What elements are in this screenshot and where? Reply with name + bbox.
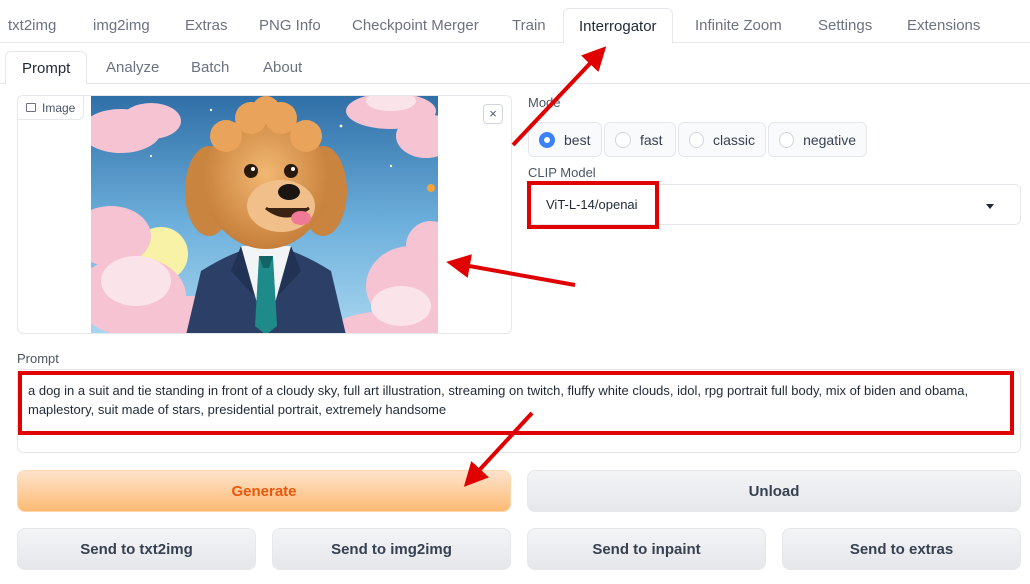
generate-button[interactable]: Generate <box>17 470 511 512</box>
radio-unchecked-icon <box>615 131 631 148</box>
tab-img2img[interactable]: img2img <box>93 8 150 43</box>
radio-unchecked-icon <box>689 131 704 148</box>
mode-option-label: fast <box>640 131 663 148</box>
send-to-inpaint-button[interactable]: Send to inpaint <box>527 528 766 570</box>
radio-checked-icon <box>539 131 555 148</box>
mode-option-negative[interactable]: negative <box>768 122 867 157</box>
tab-prompt[interactable]: Prompt <box>5 51 88 85</box>
sub-tab-bar: Prompt Analyze Batch About <box>0 51 1030 85</box>
tab-about[interactable]: About <box>263 51 302 84</box>
tab-png-info[interactable]: PNG Info <box>259 8 321 43</box>
tab-txt2img[interactable]: txt2img <box>8 8 56 43</box>
prompt-label: Prompt <box>17 351 59 366</box>
image-label-text: Image <box>42 100 76 115</box>
clear-image-button[interactable]: × <box>483 104 503 124</box>
mode-option-label: negative <box>803 131 856 148</box>
image-label: Image <box>18 96 85 120</box>
tab-checkpoint-merger[interactable]: Checkpoint Merger <box>352 8 479 43</box>
tab-extensions[interactable]: Extensions <box>907 8 980 43</box>
clip-model-value: ViT-L-14/openai <box>546 197 638 212</box>
mode-option-classic[interactable]: classic <box>678 122 766 157</box>
tab-extras[interactable]: Extras <box>185 8 228 43</box>
chevron-down-icon <box>986 204 994 209</box>
top-tab-bar: txt2img img2img Extras PNG Info Checkpoi… <box>0 0 1030 44</box>
mode-label: Mode <box>528 95 561 110</box>
mode-radio-group: best fast classic negative <box>528 122 867 157</box>
tab-analyze[interactable]: Analyze <box>106 51 159 84</box>
tab-train[interactable]: Train <box>512 8 546 43</box>
radio-unchecked-icon <box>779 131 795 148</box>
send-to-img2img-button[interactable]: Send to img2img <box>272 528 511 570</box>
mode-option-fast[interactable]: fast <box>604 122 676 157</box>
tab-interrogator[interactable]: Interrogator <box>563 8 673 44</box>
send-to-txt2img-button[interactable]: Send to txt2img <box>17 528 256 570</box>
image-icon <box>26 103 36 112</box>
tab-settings[interactable]: Settings <box>818 8 872 43</box>
mode-option-label: best <box>564 131 591 148</box>
mode-option-best[interactable]: best <box>528 122 602 157</box>
prompt-output-textbox[interactable]: a dog in a suit and tie standing in fron… <box>17 369 1021 453</box>
unload-button[interactable]: Unload <box>527 470 1021 512</box>
clip-model-dropdown[interactable]: ViT-L-14/openai <box>528 184 1021 225</box>
image-upload-panel[interactable]: Image × <box>17 95 512 334</box>
tab-batch[interactable]: Batch <box>191 51 229 84</box>
mode-option-label: classic <box>712 131 755 148</box>
clip-model-label: CLIP Model <box>528 165 596 180</box>
dog-illustration-image <box>91 96 438 333</box>
tab-infinite-zoom[interactable]: Infinite Zoom <box>695 8 782 43</box>
send-to-extras-button[interactable]: Send to extras <box>782 528 1021 570</box>
